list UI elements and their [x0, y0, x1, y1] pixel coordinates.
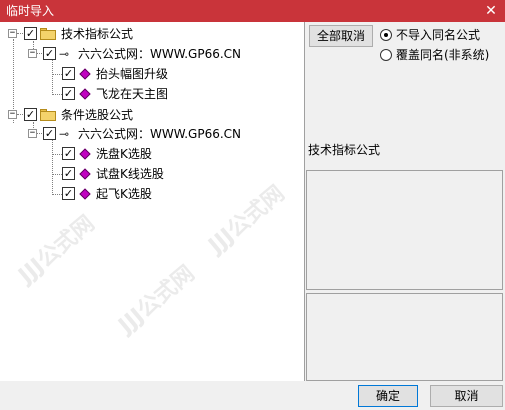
source-checkbox[interactable]: ✓ — [43, 127, 56, 140]
group-checkbox[interactable]: ✓ — [24, 27, 37, 40]
formula-icon — [79, 148, 91, 160]
window-title: 临时导入 — [6, 4, 55, 18]
item-checkbox[interactable]: ✓ — [62, 67, 75, 80]
tree-source-node[interactable]: − ✓ ⊸ 六六公式网：WWW.GP66.CN — [0, 45, 300, 63]
tree-group-stockpick[interactable]: − ✓ 条件选股公式 — [0, 106, 300, 124]
key-icon: ⊸ — [59, 47, 70, 61]
close-icon[interactable]: ✕ — [477, 0, 505, 22]
item-label: 起飞K选股 — [96, 187, 152, 201]
tree-group-indicators[interactable]: − ✓ 技术指标公式 — [0, 25, 300, 43]
source-checkbox[interactable]: ✓ — [43, 47, 56, 60]
watermark: JJJ公式网 — [14, 211, 100, 289]
item-checkbox[interactable]: ✓ — [62, 147, 75, 160]
item-checkbox[interactable]: ✓ — [62, 87, 75, 100]
group-label: 条件选股公式 — [61, 108, 134, 122]
detail-panel-lower[interactable] — [306, 293, 503, 381]
collapse-icon[interactable]: − — [28, 129, 37, 138]
formula-icon — [79, 168, 91, 180]
collapse-icon[interactable]: − — [8, 110, 17, 119]
collapse-icon[interactable]: − — [28, 49, 37, 58]
item-checkbox[interactable]: ✓ — [62, 167, 75, 180]
radio-no-import[interactable] — [380, 29, 392, 41]
source-label: 六六公式网：WWW.GP66.CN — [78, 47, 242, 61]
watermark: JJJ公式网 — [114, 261, 200, 339]
item-label: 抬头幅图升级 — [96, 67, 169, 81]
cancel-all-button[interactable]: 全部取消 — [309, 25, 373, 47]
formula-icon — [79, 68, 91, 80]
folder-icon — [40, 28, 56, 40]
collapse-icon[interactable]: − — [8, 29, 17, 38]
source-label: 六六公式网：WWW.GP66.CN — [78, 127, 242, 141]
formula-icon — [79, 88, 91, 100]
group-checkbox[interactable]: ✓ — [24, 108, 37, 121]
title-bar: 临时导入 ✕ — [0, 0, 505, 22]
folder-icon — [40, 109, 56, 121]
import-dialog: 临时导入 ✕ − ✓ 技术指标公式 − ✓ ⊸ 六六公式网：WWW.GP66.C… — [0, 0, 505, 410]
ok-button[interactable]: 确定 — [358, 385, 418, 407]
group-label: 技术指标公式 — [61, 27, 134, 41]
tree-item[interactable]: ✓ 试盘K线选股 — [0, 165, 300, 183]
item-checkbox[interactable]: ✓ — [62, 187, 75, 200]
key-icon: ⊸ — [59, 127, 70, 141]
radio-overwrite-label[interactable]: 覆盖同名(非系统) — [396, 47, 489, 63]
tree-item[interactable]: ✓ 洗盘K选股 — [0, 145, 300, 163]
detail-panel-upper[interactable] — [306, 170, 503, 290]
item-label: 洗盘K选股 — [96, 147, 152, 161]
detail-title: 技术指标公式 — [308, 143, 381, 157]
tree-item[interactable]: ✓ 抬头幅图升级 — [0, 65, 300, 83]
radio-overwrite[interactable] — [380, 49, 392, 61]
item-label: 试盘K线选股 — [96, 167, 164, 181]
cancel-button[interactable]: 取消 — [430, 385, 503, 407]
tree-item[interactable]: ✓ 飞龙在天主图 — [0, 85, 300, 103]
formula-tree[interactable]: − ✓ 技术指标公式 − ✓ ⊸ 六六公式网：WWW.GP66.CN ✓ 抬头幅… — [0, 22, 305, 381]
tree-source-node[interactable]: − ✓ ⊸ 六六公式网：WWW.GP66.CN — [0, 125, 300, 143]
radio-no-import-label[interactable]: 不导入同名公式 — [396, 27, 480, 43]
radio-selected-dot — [384, 33, 388, 37]
formula-icon — [79, 188, 91, 200]
item-label: 飞龙在天主图 — [96, 87, 169, 101]
